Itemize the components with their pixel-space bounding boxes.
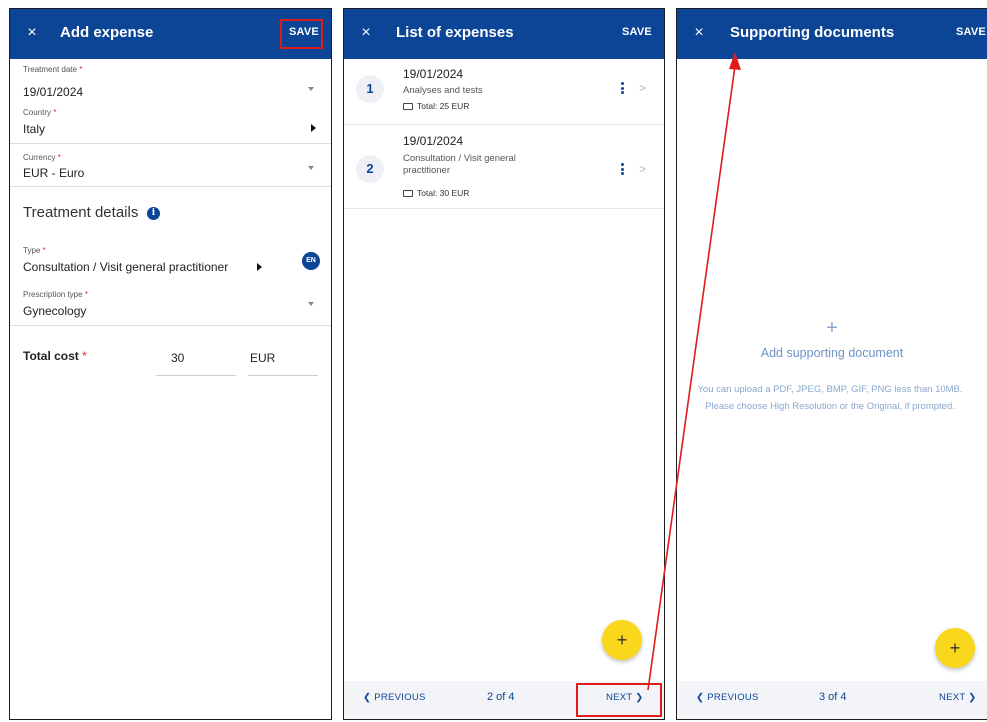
currency-value: EUR - Euro — [23, 166, 85, 180]
country-value: Italy — [23, 122, 46, 136]
close-icon[interactable]: × — [689, 23, 709, 43]
add-expense-fab[interactable]: + — [602, 620, 642, 660]
expense-date: 19/01/2024 — [403, 134, 464, 148]
expense-total: Total: 30 EUR — [403, 188, 469, 198]
page-indicator: 3 of 4 — [819, 691, 847, 703]
treatment-date-label: Treatment date * — [23, 65, 83, 74]
next-button[interactable]: NEXT ❯ — [939, 692, 977, 703]
expense-date: 19/01/2024 — [403, 67, 464, 81]
triangle-right-icon[interactable] — [311, 124, 316, 132]
supporting-documents-header: × Supporting documents SAVE — [677, 9, 987, 59]
expense-number: 2 — [356, 155, 384, 183]
triangle-right-icon[interactable] — [257, 263, 262, 271]
save-button[interactable]: SAVE — [289, 26, 319, 38]
chevron-down-icon[interactable] — [308, 302, 314, 306]
more-vertical-icon[interactable] — [621, 82, 625, 96]
pagination-footer: ❮ PREVIOUS 3 of 4 NEXT ❯ — [677, 681, 987, 719]
upload-info-line-1: You can upload a PDF, JPEG, BMP, GIF, PN… — [697, 384, 963, 395]
expense-item[interactable]: 2 19/01/2024 Consultation / Visit genera… — [344, 125, 664, 207]
info-icon[interactable]: i — [147, 207, 160, 220]
language-badge[interactable]: EN — [302, 252, 320, 270]
total-cost-currency-input[interactable]: EUR — [250, 351, 275, 365]
list-of-expenses-header: × List of expenses SAVE — [344, 9, 664, 59]
divider — [344, 208, 664, 209]
expense-description: Consultation / Visit general practitione… — [403, 153, 516, 176]
type-value: Consultation / Visit general practitione… — [23, 260, 229, 274]
divider — [10, 325, 331, 326]
expense-number: 1 — [356, 75, 384, 103]
divider — [10, 143, 331, 144]
treatment-details-heading: Treatment details — [23, 204, 139, 221]
prescription-type-value: Gynecology — [23, 304, 87, 318]
plus-icon[interactable]: + — [677, 317, 987, 340]
more-vertical-icon[interactable] — [621, 163, 625, 177]
page-title: List of expenses — [396, 24, 514, 41]
chevron-right-icon[interactable]: > — [639, 81, 646, 95]
pagination-footer: ❮ PREVIOUS 2 of 4 NEXT ❯ — [344, 681, 664, 719]
country-label: Country * — [23, 108, 57, 117]
page-title: Add expense — [60, 24, 154, 41]
next-button[interactable]: NEXT ❯ — [606, 692, 644, 703]
wallet-icon — [403, 190, 413, 197]
expense-description: Analyses and tests — [403, 85, 483, 96]
treatment-date-value: 19/01/2024 — [23, 85, 84, 99]
save-button[interactable]: SAVE — [622, 26, 652, 38]
close-icon[interactable]: × — [22, 23, 42, 43]
expense-total: Total: 25 EUR — [403, 101, 469, 111]
add-document-fab[interactable]: + — [935, 628, 975, 668]
chevron-right-icon[interactable]: > — [639, 162, 646, 176]
previous-button[interactable]: ❮ PREVIOUS — [696, 692, 759, 703]
close-icon[interactable]: × — [356, 23, 376, 43]
wallet-icon — [403, 103, 413, 110]
add-expense-panel: × Add expense SAVE Treatment date * 19/0… — [9, 8, 332, 720]
currency-underline — [248, 375, 318, 376]
upload-info-line-2: Please choose High Resolution or the Ori… — [705, 401, 955, 412]
divider — [10, 186, 331, 187]
amount-underline — [156, 375, 236, 376]
currency-label: Currency * — [23, 153, 61, 162]
page-indicator: 2 of 4 — [487, 691, 515, 703]
supporting-documents-panel: × Supporting documents SAVE + Add suppor… — [676, 8, 987, 720]
expense-item[interactable]: 1 19/01/2024 Analyses and tests Total: 2… — [344, 61, 664, 124]
type-label: Type * — [23, 246, 46, 255]
total-cost-label: Total cost * — [23, 349, 87, 363]
save-button[interactable]: SAVE — [956, 26, 986, 38]
add-expense-header: × Add expense SAVE — [10, 9, 331, 59]
chevron-down-icon[interactable] — [308, 87, 314, 91]
total-cost-amount-input[interactable]: 30 — [171, 351, 184, 365]
chevron-down-icon[interactable] — [308, 166, 314, 170]
list-of-expenses-panel: × List of expenses SAVE 1 19/01/2024 Ana… — [343, 8, 665, 720]
prescription-type-label: Prescription type * — [23, 290, 88, 299]
previous-button[interactable]: ❮ PREVIOUS — [363, 692, 426, 703]
page-title: Supporting documents — [730, 24, 895, 41]
add-supporting-document-button[interactable]: Add supporting document — [677, 346, 987, 360]
